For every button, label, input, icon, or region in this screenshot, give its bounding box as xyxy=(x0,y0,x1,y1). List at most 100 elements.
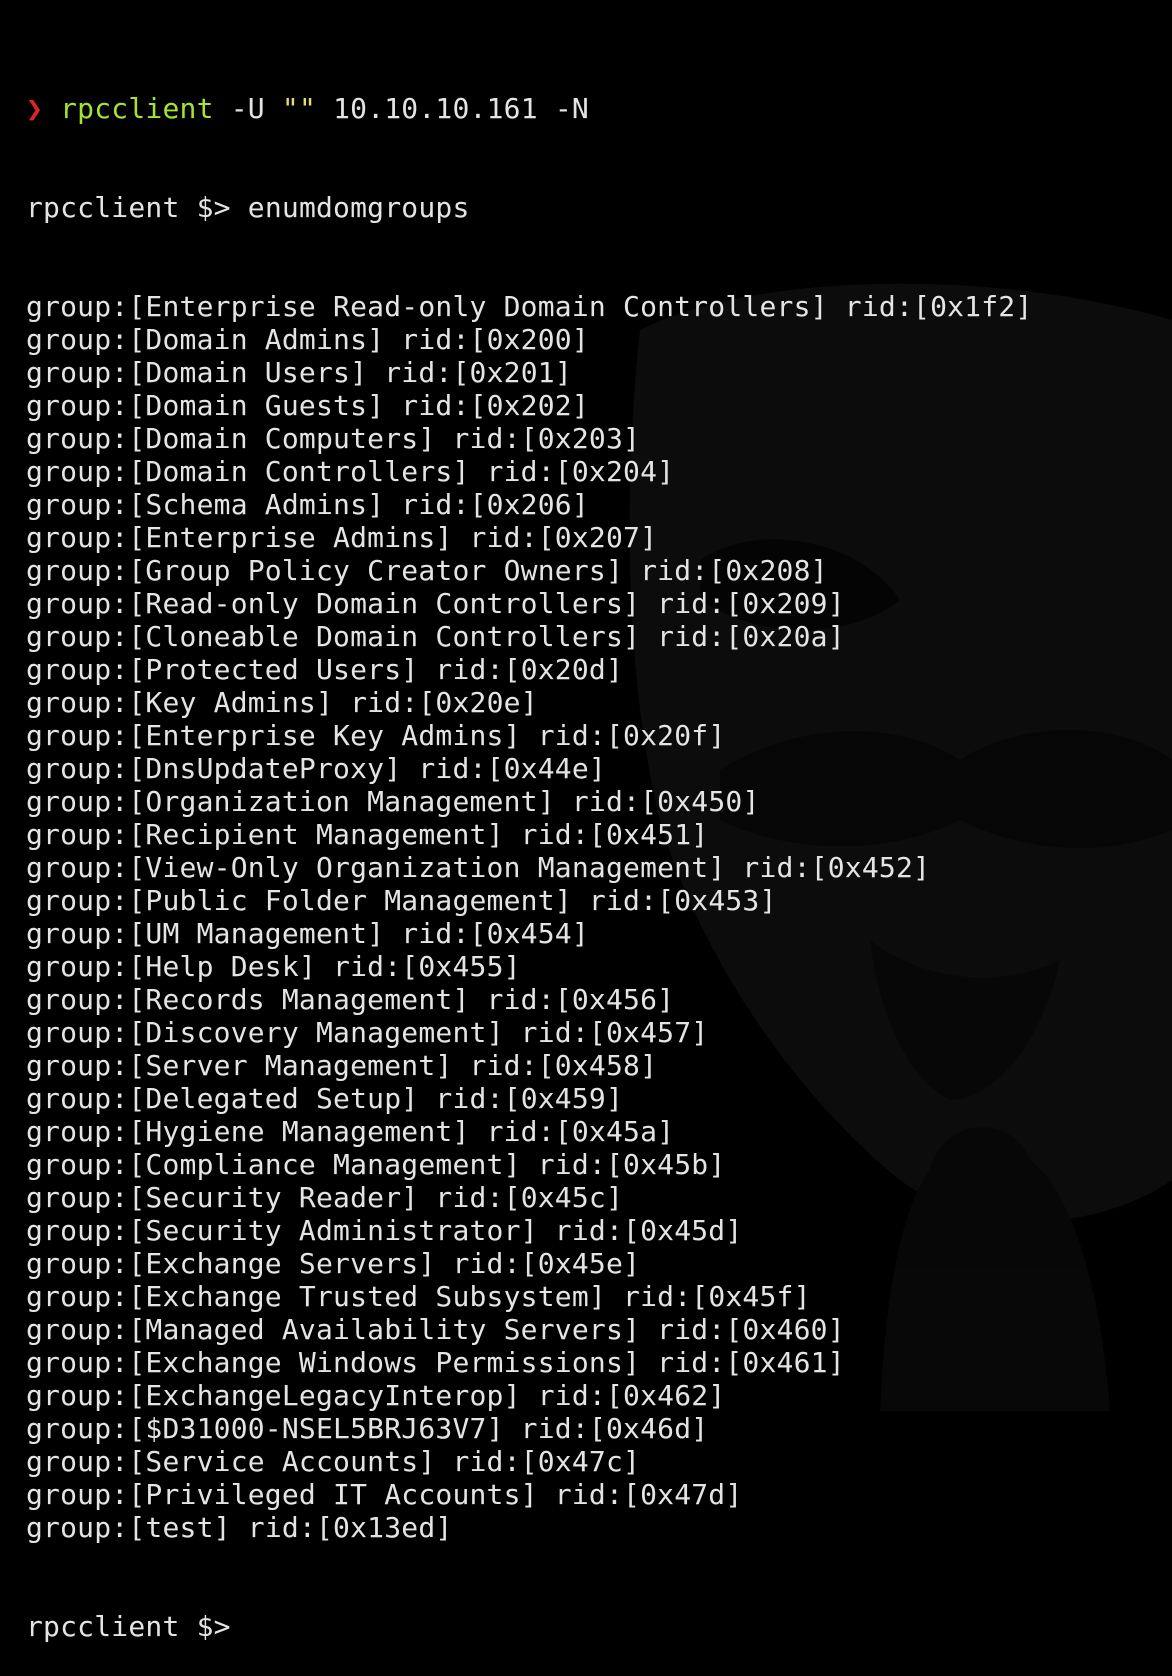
group-output-line: group:[Domain Controllers] rid:[0x204] xyxy=(26,455,1032,488)
group-name: Domain Guests xyxy=(145,389,368,422)
rpc-prompt: rpcclient $> xyxy=(26,191,231,224)
rid-suffix: ] xyxy=(605,1082,624,1115)
group-output-line: group:[Enterprise Read-only Domain Contr… xyxy=(26,290,1032,323)
group-output-line: group:[Domain Computers] rid:[0x203] xyxy=(26,422,1032,455)
rid-prefix: ] rid:[ xyxy=(452,1115,572,1148)
rid-prefix: ] rid:[ xyxy=(401,1082,521,1115)
rid-suffix: ] xyxy=(810,554,828,587)
rid-suffix: ] xyxy=(605,653,624,686)
group-rid: 0x453 xyxy=(674,884,760,917)
group-name: Delegated Setup xyxy=(145,1082,402,1115)
group-rid: 0x45c xyxy=(520,1181,606,1214)
group-prefix: group:[ xyxy=(26,1016,146,1049)
group-name: Read-only Domain Controllers xyxy=(145,587,624,620)
rid-suffix: ] xyxy=(623,1247,641,1280)
group-name: View-Only Organization Management xyxy=(145,851,709,884)
rid-suffix: ] xyxy=(691,818,709,851)
group-prefix: group:[ xyxy=(26,950,146,983)
rid-prefix: ] rid:[ xyxy=(503,1379,624,1412)
group-name: Compliance Management xyxy=(145,1148,504,1181)
group-prefix: group:[ xyxy=(26,521,146,554)
group-output-line: group:[Exchange Servers] rid:[0x45e] xyxy=(26,1247,1032,1280)
group-prefix: group:[ xyxy=(26,917,146,950)
group-prefix: group:[ xyxy=(26,1412,146,1445)
group-name: Exchange Windows Permissions xyxy=(145,1346,624,1379)
group-rid: 0x462 xyxy=(623,1379,709,1412)
group-rid: 0x460 xyxy=(742,1313,828,1346)
group-rid: 0x209 xyxy=(742,587,828,620)
group-name: Schema Admins xyxy=(145,488,368,521)
group-name: Security Reader xyxy=(145,1181,402,1214)
rid-prefix: ] rid:[ xyxy=(554,884,675,917)
rid-prefix: ] rid:[ xyxy=(418,422,538,455)
group-output-line: group:[Compliance Management] rid:[0x45b… xyxy=(26,1148,1032,1181)
group-name: Protected Users xyxy=(145,653,402,686)
rid-suffix: ] xyxy=(691,1412,709,1445)
group-output-line: group:[$D31000-NSEL5BRJ63V7] rid:[0x46d] xyxy=(26,1412,1032,1445)
rid-suffix: ] xyxy=(827,1346,845,1379)
rid-prefix: ] rid:[ xyxy=(384,752,504,785)
group-name: Server Management xyxy=(145,1049,436,1082)
group-output-line: group:[Group Policy Creator Owners] rid:… xyxy=(26,554,1032,587)
group-prefix: group:[ xyxy=(26,1445,146,1478)
rid-suffix: ] xyxy=(554,356,572,389)
group-name: Exchange Servers xyxy=(145,1247,419,1280)
group-name: Key Admins xyxy=(145,686,316,719)
group-rid: 0x202 xyxy=(486,389,572,422)
rid-suffix: ] xyxy=(571,488,589,521)
group-rid: 0x451 xyxy=(605,818,692,851)
group-rid: 0x45e xyxy=(537,1247,624,1280)
group-prefix: group:[ xyxy=(26,785,146,818)
group-rid: 0x45a xyxy=(571,1115,658,1148)
group-name: Public Folder Management xyxy=(145,884,555,917)
rid-suffix: ] xyxy=(827,620,845,653)
command-quoted-arg: "" xyxy=(281,92,317,125)
group-prefix: group:[ xyxy=(26,1313,146,1346)
group-prefix: group:[ xyxy=(26,455,146,488)
group-rid: 0x13ed xyxy=(333,1511,436,1544)
group-rid: 0x45b xyxy=(623,1148,709,1181)
rid-prefix: ] rid:[ xyxy=(588,1280,709,1313)
group-rid: 0x1f2 xyxy=(930,290,1016,323)
rid-prefix: ] rid:[ xyxy=(452,455,572,488)
group-prefix: group:[ xyxy=(26,1082,146,1115)
group-name: Hygiene Management xyxy=(145,1115,453,1148)
group-name: Privileged IT Accounts xyxy=(145,1478,521,1511)
group-output-line: group:[Exchange Trusted Subsystem] rid:[… xyxy=(26,1280,1032,1313)
group-name: Records Management xyxy=(145,983,453,1016)
group-output-line: group:[Cloneable Domain Controllers] rid… xyxy=(26,620,1032,653)
group-prefix: group:[ xyxy=(26,1247,146,1280)
group-prefix: group:[ xyxy=(26,884,146,917)
group-name: Managed Availability Servers xyxy=(145,1313,624,1346)
rid-suffix: ] xyxy=(588,752,606,785)
group-prefix: group:[ xyxy=(26,752,146,785)
rid-suffix: ] xyxy=(913,851,931,884)
rid-prefix: ] rid:[ xyxy=(401,1181,521,1214)
rid-prefix: ] rid:[ xyxy=(367,488,487,521)
group-prefix: group:[ xyxy=(26,1049,146,1082)
group-output-line: group:[Delegated Setup] rid:[0x459] xyxy=(26,1082,1032,1115)
group-name: Discovery Management xyxy=(145,1016,487,1049)
group-name: Group Policy Creator Owners xyxy=(145,554,606,587)
group-prefix: group:[ xyxy=(26,1280,146,1313)
command-rest: 10.10.10.161 -N xyxy=(316,92,589,125)
group-name: test xyxy=(145,1511,214,1544)
group-rid: 0x45f xyxy=(708,1280,794,1313)
group-rid: 0x452 xyxy=(827,851,914,884)
group-output-line: group:[Domain Users] rid:[0x201] xyxy=(26,356,1032,389)
group-name: UM Management xyxy=(145,917,368,950)
group-prefix: group:[ xyxy=(26,1379,146,1412)
rid-suffix: ] xyxy=(759,884,777,917)
group-rid: 0x450 xyxy=(657,785,743,818)
group-output-line: group:[Recipient Management] rid:[0x451] xyxy=(26,818,1032,851)
group-prefix: group:[ xyxy=(26,554,146,587)
group-prefix: group:[ xyxy=(26,1346,146,1379)
group-output-line: group:[test] rid:[0x13ed] xyxy=(26,1511,1032,1544)
group-rid: 0x20f xyxy=(623,719,709,752)
group-rid: 0x203 xyxy=(537,422,624,455)
group-prefix: group:[ xyxy=(26,1478,146,1511)
final-prompt-line[interactable]: rpcclient $> xyxy=(26,1610,1032,1643)
rid-prefix: ] rid:[ xyxy=(367,389,487,422)
rid-suffix: ] xyxy=(725,1214,743,1247)
rid-suffix: ] xyxy=(623,422,641,455)
